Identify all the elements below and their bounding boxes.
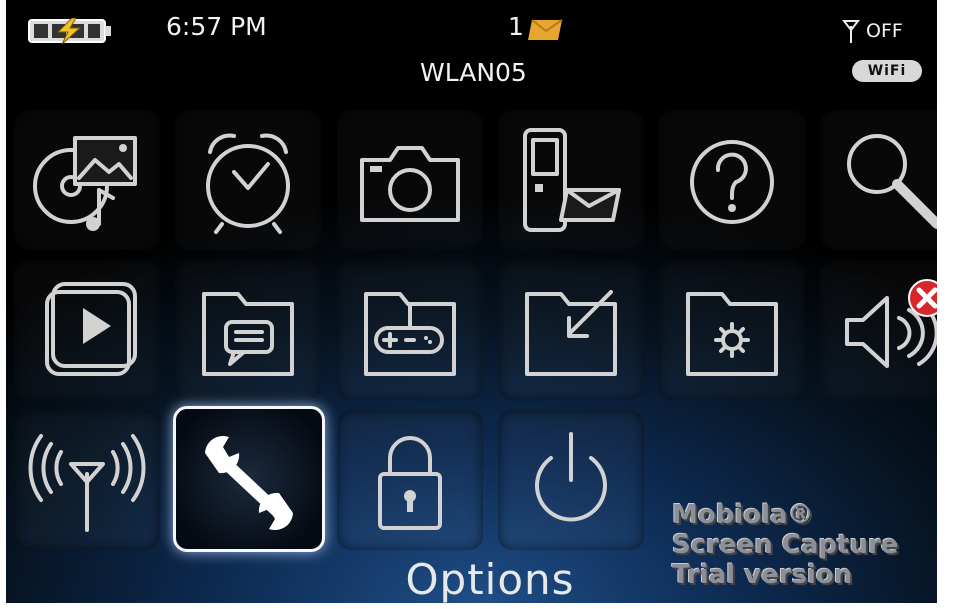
download-folder-icon: [525, 290, 617, 376]
chat-folder-icon: [202, 292, 294, 376]
camera-icon: [360, 146, 460, 222]
watermark-line-1: Mobiola®: [672, 500, 814, 530]
network-name: WLAN05: [420, 58, 527, 87]
app-power[interactable]: [498, 410, 644, 550]
selected-app-label: Options: [405, 555, 575, 604]
app-options[interactable]: [173, 406, 325, 552]
app-media[interactable]: [14, 110, 160, 250]
antenna-icon: [28, 434, 146, 532]
video-play-icon: [45, 282, 137, 376]
app-settings-folder[interactable]: [659, 260, 805, 400]
game-folder-icon: [364, 292, 456, 376]
app-games-folder[interactable]: [337, 260, 483, 400]
settings-folder-icon: [686, 292, 778, 376]
battery-charging-icon: [28, 18, 111, 44]
alarm-clock-icon: [206, 133, 290, 234]
envelope-icon[interactable]: [526, 18, 564, 42]
help-icon: [690, 140, 774, 224]
app-lock[interactable]: [337, 410, 483, 550]
search-icon: [847, 134, 942, 229]
watermark: Mobiola® Screen Capture Trial version: [672, 500, 942, 590]
home-screen: 6:57 PM 1 WLAN05 OFF WiFi Options Mobiol…: [0, 0, 959, 609]
app-camera[interactable]: [337, 110, 483, 250]
screen-border-bottom: [0, 603, 959, 609]
phone-message-icon: [523, 128, 621, 232]
app-help[interactable]: [659, 110, 805, 250]
app-messenger[interactable]: [498, 110, 644, 250]
power-icon: [535, 432, 607, 522]
message-count[interactable]: 1: [508, 12, 524, 41]
screen-border-left: [0, 0, 6, 609]
radio-state: OFF: [866, 20, 903, 42]
wifi-badge: WiFi: [852, 60, 922, 82]
wrench-icon: [205, 435, 293, 531]
screen-border-right: [937, 0, 959, 609]
signal-antenna-icon: [842, 20, 860, 43]
app-downloads-folder[interactable]: [498, 260, 644, 400]
app-messages-folder[interactable]: [175, 260, 321, 400]
watermark-line-2: Screen Capture: [672, 530, 899, 560]
app-manage-connections[interactable]: [14, 410, 160, 550]
app-clock[interactable]: [175, 110, 321, 250]
time-display: 6:57 PM: [166, 12, 267, 41]
padlock-icon: [378, 436, 442, 530]
watermark-line-3: Trial version: [672, 560, 853, 590]
media-icon: [33, 136, 137, 231]
app-videos[interactable]: [14, 260, 160, 400]
speaker-muted-icon: [845, 279, 946, 368]
